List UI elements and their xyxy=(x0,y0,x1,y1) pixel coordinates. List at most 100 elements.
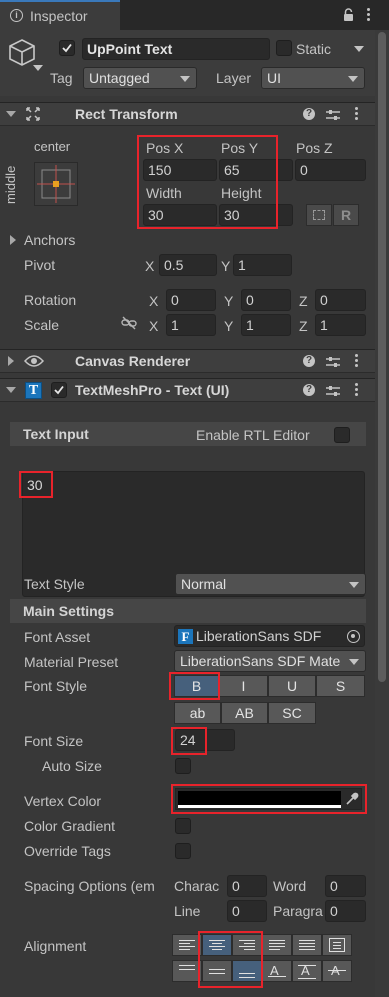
chevron-down-icon xyxy=(349,659,359,665)
charac-label: Charac xyxy=(174,878,220,894)
window-menu-icon[interactable] xyxy=(367,8,371,22)
word-spacing-field[interactable]: 0 xyxy=(325,875,366,897)
component-menu-icon[interactable] xyxy=(355,354,359,368)
pivot-x-field[interactable]: 0.5 xyxy=(159,254,217,276)
collapse-icon[interactable] xyxy=(6,111,16,117)
component-menu-icon[interactable] xyxy=(355,107,359,121)
pos-z-field[interactable]: 0 xyxy=(295,159,366,181)
collapse-icon[interactable] xyxy=(6,387,16,393)
font-asset-label: Font Asset xyxy=(24,629,91,645)
main-settings-section-header: Main Settings xyxy=(10,599,366,623)
pivot-y-field[interactable]: 1 xyxy=(233,254,292,276)
static-dropdown-icon[interactable] xyxy=(354,46,364,52)
align-capline-button[interactable]: A xyxy=(322,960,352,982)
text-input-label: Text Input xyxy=(23,426,89,442)
paragraph-spacing-field[interactable]: 0 xyxy=(325,900,366,922)
inspector-tab[interactable]: i Inspector xyxy=(0,0,120,30)
eye-icon xyxy=(23,354,45,368)
scale-x-field[interactable]: 1 xyxy=(166,314,216,336)
object-picker-icon[interactable] xyxy=(347,630,360,643)
raw-edit-button[interactable]: R xyxy=(333,204,359,226)
blueprint-mode-button[interactable] xyxy=(306,204,332,226)
constrain-proportions-icon[interactable] xyxy=(121,316,137,330)
rect-transform-header[interactable]: Rect Transform ? xyxy=(0,102,375,126)
static-label: Static xyxy=(296,41,332,57)
presets-icon[interactable] xyxy=(326,355,340,367)
capline-icon: A xyxy=(331,962,340,980)
rot-y-field[interactable]: 0 xyxy=(241,289,291,311)
paragra-label: Paragra xyxy=(273,903,323,919)
vertex-color-label: Vertex Color xyxy=(24,793,102,809)
active-toggle[interactable] xyxy=(59,40,75,56)
uppercase-button[interactable]: AB xyxy=(221,702,268,724)
rot-x-field[interactable]: 0 xyxy=(166,289,216,311)
strikethrough-button[interactable]: S xyxy=(316,675,365,697)
canvas-renderer-title: Canvas Renderer xyxy=(75,353,191,369)
anchor-preset-h-label: center xyxy=(34,139,71,154)
anchors-expand-icon[interactable] xyxy=(10,235,16,245)
color-gradient-toggle[interactable] xyxy=(175,818,191,834)
override-tags-toggle[interactable] xyxy=(175,843,191,859)
charac-spacing-field[interactable]: 0 xyxy=(227,875,267,897)
font-asset-field[interactable]: F LiberationSans SDF xyxy=(174,625,365,647)
layer-value: UI xyxy=(267,70,281,86)
textmeshpro-header[interactable]: T TextMeshPro - Text (UI) ? xyxy=(0,378,375,402)
main-settings-label: Main Settings xyxy=(23,603,115,619)
auto-size-toggle[interactable] xyxy=(175,758,191,774)
tag-dropdown[interactable]: Untagged xyxy=(83,67,197,89)
scale-y-field[interactable]: 1 xyxy=(241,314,291,336)
static-toggle[interactable] xyxy=(276,40,292,56)
layer-dropdown[interactable]: UI xyxy=(261,67,365,89)
rot-y-label: Y xyxy=(224,293,234,309)
icon-dropdown-icon[interactable] xyxy=(33,65,43,71)
underline-button[interactable]: U xyxy=(268,675,316,697)
baseline-icon: A xyxy=(270,963,279,978)
anchor-preset-button[interactable] xyxy=(34,162,78,206)
spacing-options-label: Spacing Options (em xyxy=(24,878,155,894)
align-baseline-button[interactable]: A xyxy=(262,960,292,982)
align-flush-button[interactable] xyxy=(292,934,322,956)
presets-icon[interactable] xyxy=(326,108,340,120)
tmp-enabled-toggle[interactable] xyxy=(51,382,67,398)
rtl-editor-label: Enable RTL Editor xyxy=(196,427,310,443)
alignment-label: Alignment xyxy=(24,938,87,954)
expand-icon[interactable] xyxy=(8,356,14,366)
lowercase-button[interactable]: ab xyxy=(174,702,221,724)
scale-z-field[interactable]: 1 xyxy=(315,314,366,336)
component-menu-icon[interactable] xyxy=(355,383,359,397)
line-spacing-field[interactable]: 0 xyxy=(227,900,267,922)
lock-icon[interactable] xyxy=(343,8,354,22)
help-icon[interactable]: ? xyxy=(303,384,315,396)
anchor-preset-v-label: middle xyxy=(3,165,18,204)
material-preset-label: Material Preset xyxy=(24,654,119,670)
presets-icon[interactable] xyxy=(326,384,340,396)
scale-x-label: X xyxy=(149,318,159,334)
highlight-bold xyxy=(169,672,220,700)
tag-value: Untagged xyxy=(89,70,150,86)
object-name-field[interactable]: UpPoint Text xyxy=(82,38,270,60)
inspector-tab-label: Inspector xyxy=(30,8,88,24)
material-preset-dropdown[interactable]: LiberationSans SDF Mate xyxy=(174,650,366,672)
pos-z-label: Pos Z xyxy=(296,140,333,156)
rtl-editor-toggle[interactable] xyxy=(334,427,350,443)
anchors-label[interactable]: Anchors xyxy=(24,231,75,249)
text-style-dropdown[interactable]: Normal xyxy=(175,573,366,595)
scale-z-label: Z xyxy=(299,318,308,334)
smallcaps-button[interactable]: SC xyxy=(268,702,316,724)
scrollbar-thumb[interactable] xyxy=(378,32,386,682)
scale-y-label: Y xyxy=(224,318,234,334)
align-midline-button[interactable]: A xyxy=(292,960,322,982)
chevron-down-icon xyxy=(349,582,359,588)
pivot-label: Pivot xyxy=(24,257,56,273)
blueprint-icon xyxy=(313,210,325,220)
align-justified-button[interactable] xyxy=(262,934,292,956)
word-label: Word xyxy=(273,878,307,894)
text-style-label: Text Style xyxy=(24,576,85,592)
canvas-renderer-header[interactable]: Canvas Renderer ? xyxy=(0,349,375,373)
rot-z-field[interactable]: 0 xyxy=(315,289,366,311)
help-icon[interactable]: ? xyxy=(303,355,315,367)
highlight-text-value xyxy=(19,471,53,498)
help-icon[interactable]: ? xyxy=(303,108,315,120)
align-geometry-center-button[interactable] xyxy=(322,934,352,956)
italic-button[interactable]: I xyxy=(219,675,268,697)
